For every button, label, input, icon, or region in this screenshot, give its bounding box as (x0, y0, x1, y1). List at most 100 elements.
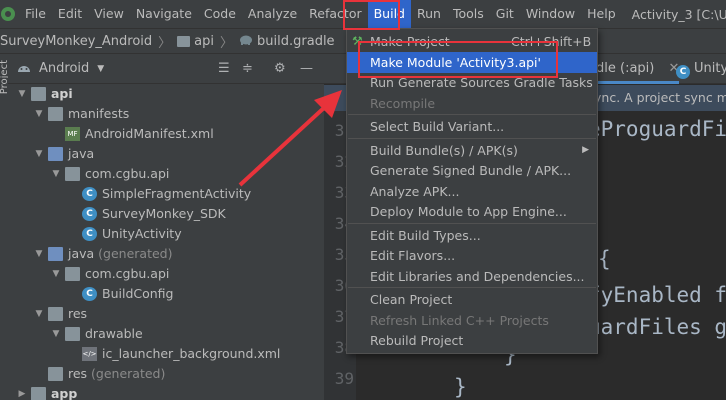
tree-node-label: res (generated) (68, 364, 165, 384)
gradle-elephant-icon (239, 34, 253, 49)
menu-help[interactable]: Help (581, 0, 622, 28)
menu-separator (348, 137, 596, 139)
tree-node[interactable]: ▼ java (generated) (8, 244, 324, 264)
tree-node[interactable]: ▼ res (8, 304, 324, 324)
tree-node-label: res (68, 304, 87, 324)
tree-node-name: SurveyMonkey_SDK (102, 206, 226, 221)
line-number: 39 (334, 369, 354, 388)
tree-node[interactable]: ▼ api (8, 84, 324, 104)
project-tool-tab[interactable]: Project (0, 60, 10, 94)
project-tool-window: Android ▼ ☰ ≑ ⚙ — ▼ api ▼ manifests MF Androi… (8, 54, 324, 400)
menu-item-edit-libraries-and-dependencies[interactable]: Edit Libraries and Dependencies... (347, 266, 597, 287)
menu-tools[interactable]: Tools (447, 0, 490, 28)
tree-node-name: drawable (85, 326, 143, 341)
tree-node[interactable]: ▼ com.cgbu.api (8, 264, 324, 284)
menu-navigate[interactable]: Navigate (130, 0, 198, 28)
chevron-down-icon[interactable]: ▼ (33, 104, 45, 124)
tree-node-name: res (68, 306, 88, 321)
tree-node-label: SimpleFragmentActivity (102, 184, 251, 204)
tree-node[interactable]: C SurveyMonkey_SDK (8, 204, 324, 224)
tree-node-label: manifests (68, 104, 129, 124)
tab-build-gradle-api[interactable]: dle (:api) ✕ (596, 54, 680, 84)
tree-node-label: api (51, 84, 73, 104)
tree-node-name: res (68, 366, 88, 381)
menu-separator (348, 222, 596, 224)
tree-node-name: java (68, 146, 95, 161)
tree-node[interactable]: ▼ manifests (8, 104, 324, 124)
annotation-box-make-module (358, 41, 558, 78)
source-folder-icon (48, 147, 63, 161)
project-view-selector[interactable]: Android (39, 61, 89, 76)
tree-node[interactable]: ▼ java (8, 144, 324, 164)
tree-node-name: com.cgbu.api (85, 266, 170, 281)
chevron-down-icon[interactable]: ▼ (50, 264, 62, 284)
code-line: fyEnabled f (588, 283, 726, 307)
tree-node-name: app (51, 386, 78, 400)
breadcrumb-module[interactable]: api (194, 34, 214, 49)
minimize-icon[interactable]: — (300, 61, 313, 77)
project-tree: ▼ api ▼ manifests MF AndroidManifest.xml ▼ java… (8, 84, 324, 400)
breadcrumb-file[interactable]: build.gradle (257, 34, 335, 49)
menu-code[interactable]: Code (198, 0, 242, 28)
menu-item-label: Rebuild Project (370, 333, 464, 348)
breadcrumb-project[interactable]: SurveyMonkey_Android (0, 34, 152, 49)
chevron-down-icon[interactable]: ▼ (50, 324, 62, 344)
menu-analyze[interactable]: Analyze (242, 0, 303, 28)
menu-item-edit-flavors[interactable]: Edit Flavors... (347, 245, 597, 266)
chevron-down-icon[interactable]: ▼ (33, 304, 45, 324)
menu-edit[interactable]: Edit (52, 0, 88, 28)
menu-item-edit-build-types[interactable]: Edit Build Types... (347, 225, 597, 246)
menu-git[interactable]: Git (490, 0, 520, 28)
tree-node[interactable]: MF AndroidManifest.xml (8, 124, 324, 144)
tab-unity[interactable]: C Unity. (676, 54, 726, 84)
code-line: uardFiles g (588, 315, 726, 339)
menu-item-generate-signed-bundle-apk[interactable]: Generate Signed Bundle / APK... (347, 160, 597, 181)
tree-node[interactable]: C UnityActivity (8, 224, 324, 244)
tree-node[interactable]: ▼ drawable (8, 324, 324, 344)
menu-file[interactable]: File (19, 0, 52, 28)
menu-separator (348, 287, 596, 288)
tree-node-name: AndroidManifest.xml (85, 126, 214, 141)
tree-node-name: com.cgbu.api (85, 166, 170, 181)
module-folder-icon (31, 387, 46, 400)
menu-run[interactable]: Run (411, 0, 447, 28)
menu-view[interactable]: View (88, 0, 130, 28)
chevron-down-icon[interactable]: ▼ (33, 144, 45, 164)
code-line: { (598, 247, 611, 271)
menu-item-build-bundle-s-apk-s[interactable]: Build Bundle(s) / APK(s) ▶ (347, 140, 597, 161)
menu-item-label: Edit Build Types... (370, 227, 481, 243)
class-icon: C (82, 287, 97, 301)
tree-node[interactable]: ▼ com.cgbu.api (8, 164, 324, 184)
chevron-right-icon[interactable]: ▶ (16, 384, 28, 400)
tree-node[interactable]: ▶ app (8, 384, 324, 400)
left-tool-strip: Project (0, 54, 10, 400)
expand-all-icon[interactable]: ≑ (242, 61, 253, 77)
menu-window[interactable]: Window (520, 0, 581, 28)
menu-item-select-build-variant[interactable]: Select Build Variant... (347, 116, 597, 137)
tree-node-label: java (generated) (68, 244, 173, 264)
menu-item-analyze-apk[interactable]: Analyze APK... (347, 181, 597, 202)
tree-node[interactable]: </> ic_launcher_background.xml (8, 344, 324, 364)
menu-item-deploy-module-to-app-engine[interactable]: Deploy Module to App Engine... (347, 201, 597, 222)
menu-item-rebuild-project[interactable]: Rebuild Project (347, 330, 597, 351)
tree-node-label: com.cgbu.api (85, 164, 169, 184)
chevron-down-icon[interactable]: ▼ (50, 164, 62, 184)
tab-label: Unity. (694, 61, 726, 76)
tree-node[interactable]: res (generated) (8, 364, 324, 384)
tree-node-suffix: (generated) (94, 246, 173, 261)
collapse-all-icon[interactable]: ☰ (218, 61, 230, 77)
tree-node[interactable]: C SimpleFragmentActivity (8, 184, 324, 204)
class-icon: C (82, 227, 97, 241)
tree-node-name: UnityActivity (102, 226, 182, 241)
notification-text: ync. A project sync may (594, 90, 726, 105)
chevron-down-icon[interactable]: ▼ (97, 64, 104, 74)
tree-node-name: api (51, 86, 73, 101)
gear-icon[interactable]: ⚙ (274, 61, 286, 77)
module-folder-icon (31, 87, 46, 101)
chevron-down-icon[interactable]: ▼ (33, 244, 45, 264)
tree-node-label: app (51, 384, 77, 400)
chevron-down-icon[interactable]: ▼ (16, 84, 28, 104)
tree-node-name: ic_launcher_background.xml (102, 346, 281, 361)
menu-item-clean-project[interactable]: Clean Project (347, 289, 597, 310)
tree-node[interactable]: C BuildConfig (8, 284, 324, 304)
